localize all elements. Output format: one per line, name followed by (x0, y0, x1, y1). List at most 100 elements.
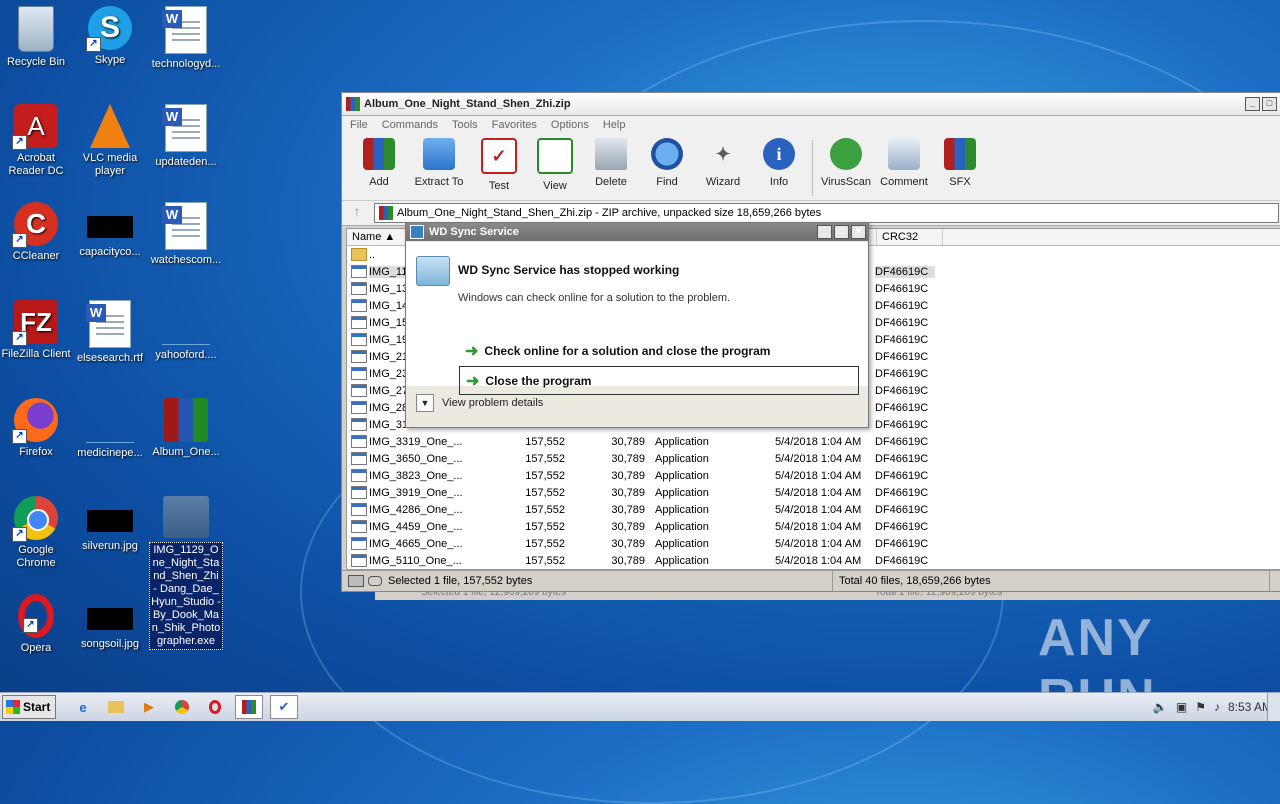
bug-icon (830, 138, 862, 170)
action-center-flag-icon[interactable]: ⚑ (1195, 700, 1206, 714)
desktop-icon-album-one[interactable]: Album_One... (148, 398, 224, 459)
desktop-icon-silverun[interactable]: silverun.jpg (72, 496, 148, 553)
minimize-button[interactable]: _ (817, 225, 832, 239)
desktop-icon-updateden[interactable]: W updateden... (148, 104, 224, 169)
desktop-icon-firefox[interactable]: ↗ Firefox (0, 398, 74, 459)
info-button[interactable]: i Info (752, 138, 806, 198)
cell-crc: DF46619C (875, 469, 929, 482)
winrar-titlebar[interactable]: Album_One_Night_Stand_Shen_Zhi.zip _ □ (342, 93, 1280, 116)
table-row[interactable]: IMG_3919_One_... 157,552 30,789 Application… (347, 484, 1280, 501)
virusscan-button[interactable]: VirusScan (817, 138, 875, 198)
blank-file-icon (162, 322, 210, 345)
test-button[interactable]: ✓ Test (472, 138, 526, 198)
cell-modified: 5/4/2018 1:04 AM (775, 503, 862, 516)
minimize-button[interactable]: _ (1245, 97, 1260, 111)
desktop-icon-capacityco[interactable]: capacityco... (72, 202, 148, 259)
cell-size: 157,552 (525, 537, 565, 550)
close-program-option[interactable]: ➜ Close the program (459, 366, 859, 395)
menu-commands[interactable]: Commands (382, 119, 438, 131)
column-crc[interactable]: CRC32 (877, 229, 943, 245)
table-row[interactable]: IMG_5110_One_... 157,552 30,789 Application… (347, 552, 1280, 569)
delete-button[interactable]: Delete (584, 138, 638, 198)
menu-options[interactable]: Options (551, 119, 589, 131)
network-icon[interactable]: ▣ (1176, 700, 1187, 714)
table-row[interactable]: IMG_3823_One_... 157,552 30,789 Application… (347, 467, 1280, 484)
shortcut-arrow-icon: ↗ (12, 233, 27, 248)
find-button[interactable]: Find (640, 138, 694, 198)
taskbar-ie[interactable]: e (70, 696, 96, 718)
table-row[interactable]: IMG_4459_One_... 157,552 30,789 Application… (347, 518, 1280, 535)
menu-favorites[interactable]: Favorites (492, 119, 537, 131)
clock[interactable]: 8:53 AM (1228, 700, 1272, 714)
skype-icon: S ↗ (86, 6, 132, 52)
desktop-icon-ccleaner[interactable]: C ↗ CCleaner (0, 202, 74, 263)
cell-size: 157,552 (525, 469, 565, 482)
desktop-icon-yahooford[interactable]: yahooford.... (148, 300, 224, 362)
dialog-title: WD Sync Service (429, 226, 519, 238)
maximize-button[interactable]: □ (1262, 97, 1277, 111)
up-arrow-icon[interactable]: ↑ (346, 203, 368, 223)
wd-sync-error-dialog[interactable]: WD Sync Service _ □ ✕ WD Sync Service ha… (405, 222, 869, 428)
desktop-icon-elsesearch[interactable]: W elsesearch.rtf (72, 300, 148, 365)
view-button[interactable]: View (528, 138, 582, 198)
desktop-icon-skype[interactable]: S ↗ Skype (72, 6, 148, 67)
cell-crc: DF46619C (875, 299, 929, 312)
zip-archive-icon (379, 206, 393, 220)
desktop-icon-img-1129-exe[interactable]: IMG_1129_One_Night_Stand_Shen_Zhi - Dang… (148, 496, 224, 650)
taskbar-media-player[interactable]: ▶ (136, 696, 162, 718)
desktop-icon-acrobat[interactable]: A ↗ Acrobat Reader DC (0, 104, 74, 178)
cell-name: IMG_5110_One_... (369, 554, 462, 567)
view-problem-details[interactable]: ▼ View problem details (416, 394, 543, 412)
check-online-option[interactable]: ➜ Check online for a solution and close … (459, 337, 857, 364)
menu-file[interactable]: File (350, 119, 368, 131)
blank-file-icon (86, 420, 134, 443)
cell-packed: 30,789 (611, 435, 645, 448)
archive-path-field[interactable]: Album_One_Night_Stand_Shen_Zhi.zip - ZIP… (374, 203, 1279, 223)
close-button[interactable]: ✕ (851, 225, 866, 239)
taskbar-wd-sync[interactable]: ✔ (270, 695, 298, 719)
comment-button[interactable]: Comment (877, 138, 931, 198)
volume-icon[interactable]: 🔈 (1153, 700, 1168, 714)
exe-file-icon (351, 452, 367, 465)
desktop-icon-chrome[interactable]: ↗ Google Chrome (0, 496, 74, 570)
desktop-icon-technologyd[interactable]: W technologyd... (148, 6, 224, 71)
extract-to-button[interactable]: Extract To (408, 138, 470, 198)
cell-type: Application (655, 520, 709, 533)
table-row[interactable]: IMG_3650_One_... 157,552 30,789 Application… (347, 450, 1280, 467)
toolbar-separator (812, 140, 813, 196)
wizard-button[interactable]: ✦ Wizard (696, 138, 750, 198)
speaker-icon[interactable]: ♪ (1214, 700, 1220, 714)
taskbar-chrome[interactable] (169, 696, 195, 718)
desktop-icon-filezilla[interactable]: FZ ↗ FileZilla Client (0, 300, 74, 361)
sfx-button[interactable]: SFX (933, 138, 987, 198)
desktop-icon-recycle-bin[interactable]: Recycle Bin (0, 6, 74, 69)
taskbar-winrar[interactable] (235, 695, 263, 719)
cell-type: Application (655, 503, 709, 516)
desktop-icon-medicinepe[interactable]: medicinepe... (72, 398, 148, 460)
cell-name: IMG_4665_One_... (369, 537, 463, 550)
cell-packed: 30,789 (611, 452, 645, 465)
exe-file-icon (351, 537, 367, 550)
table-row[interactable]: IMG_4665_One_... 157,552 30,789 Application… (347, 535, 1280, 552)
desktop-icon-watchescom[interactable]: W watchescom... (148, 202, 224, 267)
table-row[interactable]: IMG_4286_One_... 157,552 30,789 Application… (347, 501, 1280, 518)
maximize-button[interactable]: □ (834, 225, 849, 239)
cell-crc: DF46619C (875, 333, 929, 346)
exe-file-icon (351, 520, 367, 533)
menu-help[interactable]: Help (603, 119, 626, 131)
desktop-icon-opera[interactable]: ↗ Opera (0, 594, 74, 655)
desktop-icon-vlc[interactable]: VLC media player (72, 104, 148, 178)
opera-icon (209, 700, 221, 714)
cell-crc: DF46619C (875, 282, 929, 295)
start-button[interactable]: Start (2, 695, 56, 719)
add-button[interactable]: Add (352, 138, 406, 198)
taskbar-explorer[interactable] (103, 696, 129, 718)
dialog-titlebar[interactable]: WD Sync Service _ □ ✕ (406, 223, 868, 241)
cell-crc: DF46619C (875, 265, 935, 278)
folder-up-icon (351, 248, 367, 261)
table-row[interactable]: IMG_3319_One_... 157,552 30,789 Application… (347, 433, 1280, 450)
desktop-icon-songsoil[interactable]: songsoil.jpg (72, 594, 148, 651)
show-desktop-button[interactable] (1267, 693, 1280, 721)
taskbar-opera[interactable] (202, 696, 228, 718)
menu-tools[interactable]: Tools (452, 119, 478, 131)
